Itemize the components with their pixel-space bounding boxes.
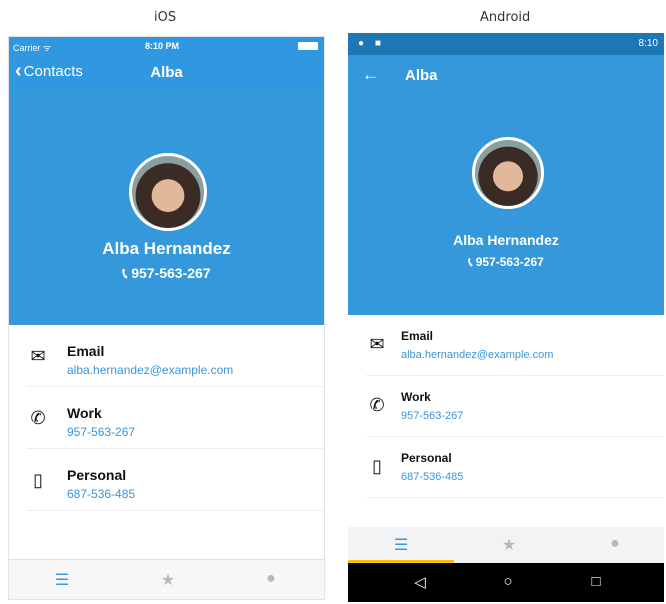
divider [27,510,324,511]
contact-phone[interactable]: 📞︎ 957-563-267 [348,255,664,270]
contact-detail-list: ✉ Email alba.hernandez@example.com ✆ Wor… [9,325,324,511]
android-toolbar: ← Alba [348,55,664,97]
list-item-label: Work [67,405,102,421]
contact-phone-number: 957-563-267 [475,255,544,269]
carrier-text: Carrier ᯤ [13,43,52,53]
phone-icon: ✆ [30,408,46,428]
avatar [472,137,544,209]
android-status-bar: ● ■ 8:10 [348,33,664,55]
ios-status-bar: Carrier ᯤ 8:10 PM [9,37,324,55]
list-item-label: Email [67,343,105,359]
divider [366,497,664,498]
list-item-value[interactable]: alba.hernandez@example.com [401,349,553,361]
phone-icon: 📞︎ [122,265,132,281]
list-item-work[interactable]: ✆ Work 957-563-267 [9,387,324,449]
list-icon[interactable]: ☰ [386,535,416,555]
list-item-value[interactable]: 687-536-485 [67,487,135,501]
mobile-icon: ▯ [372,456,382,476]
star-icon[interactable]: ★ [153,570,183,590]
list-item-personal[interactable]: ▯ Personal 687-536-485 [9,449,324,511]
ios-platform-label: iOS [154,10,177,25]
contact-phone-number: 957-563-267 [131,265,211,281]
recents-square-icon[interactable]: □ [586,573,606,590]
list-item-value[interactable]: 957-563-267 [401,410,463,422]
back-triangle-icon[interactable]: ◁ [410,573,430,591]
list-item-label: Email [401,329,434,343]
arrow-back-icon[interactable]: ← [362,65,379,85]
status-time: 8:10 [638,38,658,49]
list-item-value[interactable]: 687-536-485 [401,471,463,483]
contact-header: Alba Hernandez 📞︎ 957-563-267 [9,89,324,325]
page-title: Alba [405,67,438,84]
battery-icon [298,42,318,50]
list-item-work[interactable]: ✆ Work 957-563-267 [348,376,664,437]
phone-icon: 📞︎ [468,255,476,269]
person-icon[interactable]: ● [256,570,286,588]
mail-icon: ✉ [30,346,46,366]
mobile-icon: ▯ [33,470,43,490]
list-item-email[interactable]: ✉ Email alba.hernandez@example.com [9,325,324,387]
list-item-label: Work [401,390,431,404]
list-item-label: Personal [67,467,127,483]
contact-name: Alba Hernandez [102,239,231,258]
android-platform-label: Android [480,10,531,25]
android-screen: ● ■ 8:10 ← Alba Alba Hernandez 📞︎ 957-56… [348,33,664,602]
page-title: Alba [150,64,183,81]
person-icon[interactable]: ● [600,535,630,553]
phone-icon: ✆ [369,395,385,415]
system-navigation-bar: ◁ ○ □ [348,563,664,602]
mail-icon: ✉ [369,334,385,354]
notification-icons: ● ■ [358,38,385,49]
home-circle-icon[interactable]: ○ [498,573,518,590]
list-item-value[interactable]: 957-563-267 [67,425,135,439]
list-item-label: Personal [401,451,452,465]
star-icon[interactable]: ★ [494,535,524,555]
avatar [129,153,207,231]
tab-bar: ☰ ★ ● [348,527,664,563]
list-item-value[interactable]: alba.hernandez@example.com [67,363,233,377]
list-item-email[interactable]: ✉ Email alba.hernandez@example.com [348,315,664,376]
contact-phone[interactable]: 📞︎ 957-563-267 [9,265,324,282]
contact-detail-list: ✉ Email alba.hernandez@example.com ✆ Wor… [348,315,664,498]
list-item-personal[interactable]: ▯ Personal 687-536-485 [348,437,664,498]
list-icon[interactable]: ☰ [47,570,77,590]
tab-bar: ☰ ★ ● [9,559,324,599]
ios-navigation-bar: ‹ Contacts Alba [9,55,324,89]
status-time: 8:10 PM [145,41,180,51]
ios-screen: Carrier ᯤ 8:10 PM ‹ Contacts Alba Alba H… [8,36,325,600]
contact-name: Alba Hernandez [453,232,559,248]
